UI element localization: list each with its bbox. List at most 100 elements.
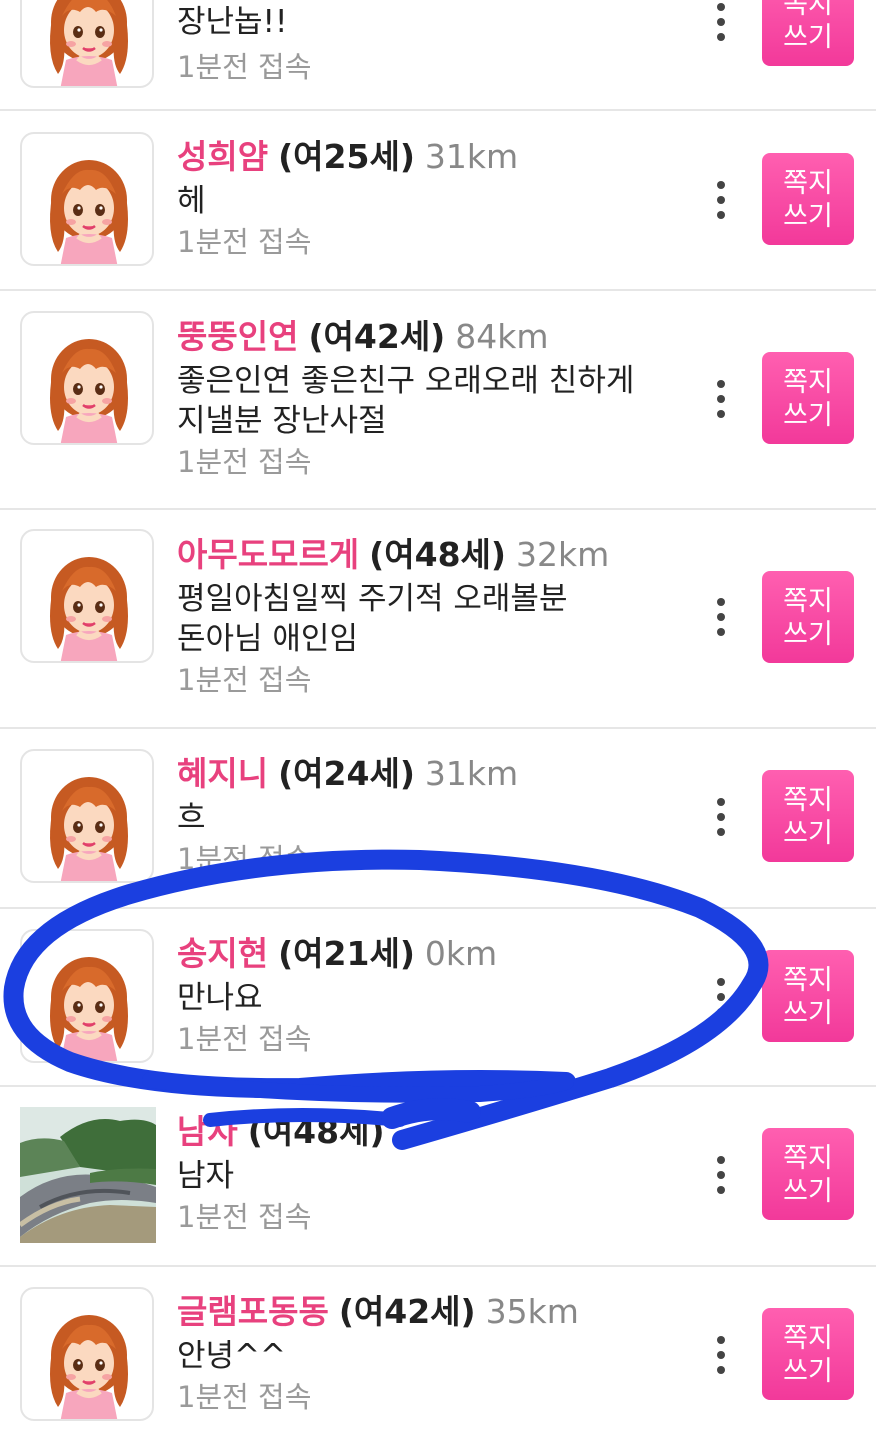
send-message-button[interactable]: 쪽지 쓰기: [762, 1308, 854, 1400]
more-options-button[interactable]: [706, 170, 736, 230]
nickname[interactable]: 성희얌: [177, 137, 268, 176]
send-message-button[interactable]: 쪽지 쓰기: [762, 352, 854, 444]
list-item[interactable]: 장난놉!! 1분전 접속 쪽지 쓰기: [0, 0, 876, 111]
status-message: 흐: [177, 800, 206, 836]
button-label-line2: 쓰기: [783, 998, 833, 1029]
cartoon-girl-avatar-icon: [22, 931, 154, 1063]
distance: 84km: [455, 317, 549, 356]
status-message: 남자: [177, 1158, 235, 1194]
status-message: 안녕^^: [177, 1338, 286, 1374]
last-seen: 1분전 접속: [177, 1200, 312, 1234]
more-vertical-icon: [717, 1156, 725, 1164]
more-vertical-icon: [717, 598, 725, 606]
profile-header: 성희얌 (여25세) 31km: [177, 137, 706, 177]
list-item[interactable]: 뚱뚱인연 (여42세) 84km 좋은인연 좋은친구 오래오래 친하게 지낼분 장난…: [0, 291, 876, 510]
send-message-button[interactable]: 쪽지 쓰기: [762, 1128, 854, 1220]
status-message: 만나요: [177, 980, 263, 1016]
profile-header: 뚱뚱인연 (여42세) 84km: [177, 317, 706, 357]
status-message: 장난놉!!: [177, 4, 288, 40]
button-label-line1: 쪽지: [783, 0, 833, 20]
status-message: 좋은인연 좋은친구 오래오래 친하게: [177, 363, 635, 399]
last-seen: 1분전 접속: [177, 1380, 312, 1414]
send-message-button[interactable]: 쪽지 쓰기: [762, 950, 854, 1042]
button-label-line2: 쓰기: [783, 1356, 833, 1387]
nickname[interactable]: 아무도모르게: [177, 535, 359, 574]
gender-age: (여21세): [278, 934, 415, 973]
nickname[interactable]: 뚱뚱인연: [177, 317, 298, 356]
list-item[interactable]: 성희얌 (여25세) 31km 헤 1분전 접속 쪽지 쓰기: [0, 111, 876, 291]
more-options-button[interactable]: [706, 967, 736, 1027]
nickname[interactable]: 남자: [177, 1112, 238, 1151]
send-message-button[interactable]: 쪽지 쓰기: [762, 770, 854, 862]
avatar[interactable]: [20, 132, 154, 266]
avatar[interactable]: [20, 929, 154, 1063]
status-message: 헤: [177, 183, 206, 219]
send-message-button[interactable]: 쪽지 쓰기: [762, 0, 854, 66]
button-label-line1: 쪽지: [783, 168, 833, 199]
more-vertical-icon: [717, 1336, 725, 1344]
list-item[interactable]: 남자 (여48세) 남자 1분전 접속 쪽지 쓰기: [0, 1087, 876, 1267]
avatar[interactable]: [20, 1287, 154, 1421]
status-message-line2: 돈아님 애인임: [177, 621, 358, 657]
list-item[interactable]: 글램포동동 (여42세) 35km 안녕^^ 1분전 접속 쪽지 쓰기: [0, 1267, 876, 1447]
cartoon-girl-avatar-icon: [22, 751, 154, 883]
distance: 31km: [424, 754, 519, 793]
last-seen: 1분전 접속: [177, 663, 312, 697]
button-label-line1: 쪽지: [783, 1323, 833, 1354]
profile-header: 아무도모르게 (여48세) 32km: [177, 535, 706, 575]
button-label-line1: 쪽지: [783, 1143, 833, 1174]
button-label-line1: 쪽지: [783, 785, 833, 816]
last-seen: 1분전 접속: [177, 842, 312, 876]
button-label-line2: 쓰기: [783, 619, 833, 650]
list-item[interactable]: 혜지니 (여24세) 31km 흐 1분전 접속 쪽지 쓰기: [0, 729, 876, 909]
gender-age: (여42세): [308, 317, 446, 356]
button-label-line2: 쓰기: [783, 22, 833, 53]
distance: 35km: [485, 1292, 579, 1331]
more-vertical-icon: [717, 798, 725, 806]
nickname[interactable]: 송지현: [177, 934, 268, 973]
list-item[interactable]: 아무도모르게 (여48세) 32km 평일아침일찍 주기적 오래볼분 돈아님 애인임…: [0, 510, 876, 729]
gender-age: (여48세): [247, 1112, 385, 1151]
last-seen: 1분전 접속: [177, 225, 312, 259]
cartoon-girl-avatar-icon: [22, 531, 154, 663]
avatar-photo[interactable]: [20, 1107, 156, 1243]
landscape-photo-icon: [20, 1107, 156, 1243]
distance: 32km: [515, 535, 610, 574]
gender-age: (여24세): [278, 754, 415, 793]
status-message: 평일아침일찍 주기적 오래볼분: [177, 581, 568, 617]
send-message-button[interactable]: 쪽지 쓰기: [762, 153, 854, 245]
button-label-line1: 쪽지: [783, 965, 833, 996]
cartoon-girl-avatar-icon: [22, 313, 154, 445]
gender-age: (여25세): [278, 137, 415, 176]
gender-age: (여42세): [338, 1292, 476, 1331]
more-options-button[interactable]: [706, 787, 736, 847]
button-label-line2: 쓰기: [783, 818, 833, 849]
avatar[interactable]: [20, 529, 154, 663]
avatar[interactable]: [20, 749, 154, 883]
more-options-button[interactable]: [706, 369, 736, 429]
profile-header: 남자 (여48세): [177, 1112, 706, 1152]
nickname[interactable]: 혜지니: [177, 754, 268, 793]
list-item[interactable]: 송지현 (여21세) 0km 만나요 1분전 접속 쪽지 쓰기: [0, 909, 876, 1087]
more-vertical-icon: [717, 3, 725, 11]
profile-header: 송지현 (여21세) 0km: [177, 934, 706, 974]
button-label-line2: 쓰기: [783, 1176, 833, 1207]
nickname[interactable]: 글램포동동: [177, 1292, 329, 1331]
more-options-button[interactable]: [706, 587, 736, 647]
cartoon-girl-avatar-icon: [22, 1289, 154, 1421]
last-seen: 1분전 접속: [177, 1022, 312, 1056]
button-label-line2: 쓰기: [783, 201, 833, 232]
more-options-button[interactable]: [706, 1145, 736, 1205]
avatar[interactable]: [20, 311, 154, 445]
more-vertical-icon: [717, 380, 725, 388]
distance: 0km: [424, 934, 498, 973]
more-options-button[interactable]: [706, 1325, 736, 1385]
button-label-line1: 쪽지: [783, 367, 833, 398]
send-message-button[interactable]: 쪽지 쓰기: [762, 571, 854, 663]
button-label-line1: 쪽지: [783, 586, 833, 617]
distance: 31km: [424, 137, 519, 176]
more-options-button[interactable]: [706, 0, 736, 52]
last-seen: 1분전 접속: [177, 50, 312, 84]
avatar[interactable]: [20, 0, 154, 88]
status-message-line2: 지낼분 장난사절: [177, 403, 387, 439]
